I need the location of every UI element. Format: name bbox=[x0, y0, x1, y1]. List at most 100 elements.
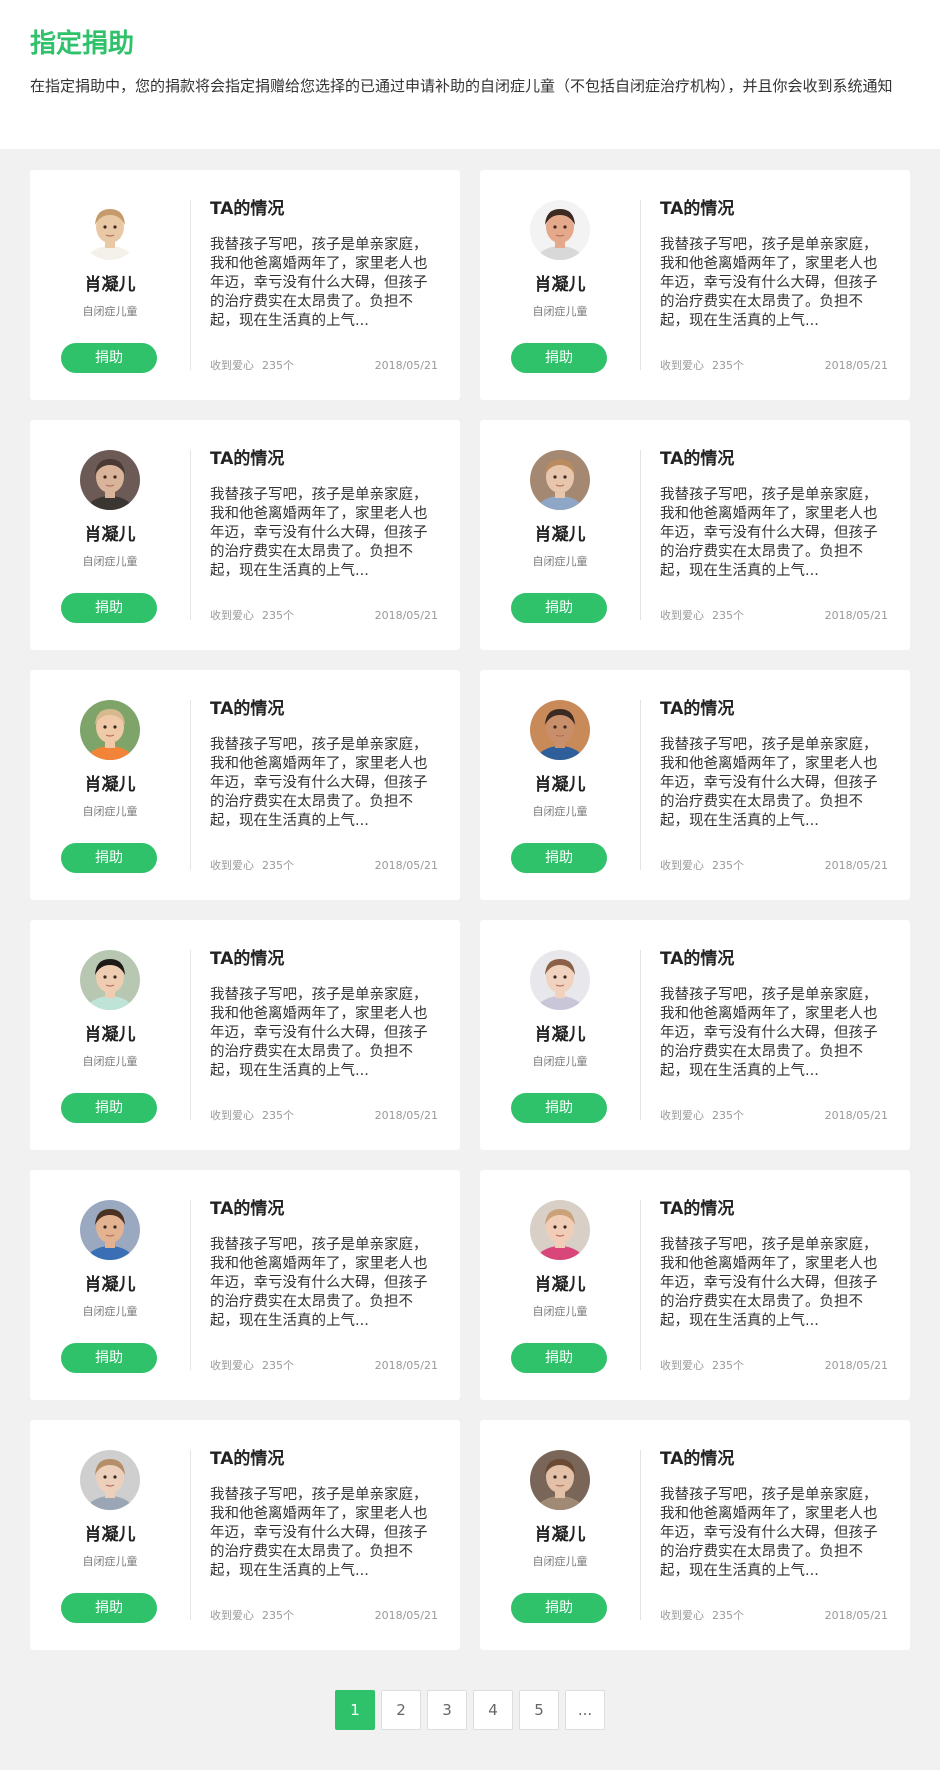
donate-button[interactable]: 捐助 bbox=[61, 1593, 157, 1623]
love-number: 235个 bbox=[712, 1109, 744, 1122]
child-name: 肖凝儿 bbox=[534, 275, 586, 295]
love-label: 收到爱心 bbox=[210, 1609, 254, 1622]
child-profile: 肖凝儿 自闭症儿童 捐助 bbox=[30, 1420, 190, 1650]
story-title: TA的情况 bbox=[210, 949, 285, 969]
post-date: 2018/05/21 bbox=[824, 859, 888, 872]
story-text: 我替孩子写吧，孩子是单亲家庭，我和他爸离婚两年了，家里老人也年迈，幸亏没有什么大… bbox=[210, 487, 428, 579]
story-title: TA的情况 bbox=[210, 1199, 285, 1219]
donate-button[interactable]: 捐助 bbox=[511, 1343, 607, 1373]
post-date: 2018/05/21 bbox=[374, 1609, 438, 1622]
love-count: 收到爱心 235个 bbox=[660, 608, 744, 624]
child-tag: 自闭症儿童 bbox=[532, 1555, 588, 1568]
love-count: 收到爱心 235个 bbox=[660, 1608, 744, 1624]
donate-button[interactable]: 捐助 bbox=[511, 843, 607, 873]
child-story: TA的情况 我替孩子写吧，孩子是单亲家庭，我和他爸离婚两年了，家里老人也年迈，幸亏… bbox=[210, 170, 438, 400]
child-avatar bbox=[80, 450, 140, 510]
love-label: 收到爱心 bbox=[210, 859, 254, 872]
love-label: 收到爱心 bbox=[660, 859, 704, 872]
love-label: 收到爱心 bbox=[210, 609, 254, 622]
child-avatar bbox=[530, 700, 590, 760]
child-name: 肖凝儿 bbox=[534, 1275, 586, 1295]
child-profile: 肖凝儿 自闭症儿童 捐助 bbox=[30, 420, 190, 650]
page-header: 指定捐助 在指定捐助中，您的捐款将会指定捐赠给您选择的已通过申请补助的自闭症儿童… bbox=[0, 0, 940, 149]
post-date: 2018/05/21 bbox=[824, 1109, 888, 1122]
page-description: 在指定捐助中，您的捐款将会指定捐赠给您选择的已通过申请补助的自闭症儿童（不包括自… bbox=[30, 77, 893, 95]
child-story: TA的情况我替孩子写吧，孩子是单亲家庭，我和他爸离婚两年了，家里老人也年迈，幸亏… bbox=[210, 1170, 438, 1400]
card-divider bbox=[640, 950, 641, 1120]
donate-button[interactable]: 捐助 bbox=[511, 343, 607, 373]
child-avatar bbox=[80, 700, 140, 760]
child-story: TA的情况 我替孩子写吧，孩子是单亲家庭，我和他爸离婚两年了，家里老人也年迈，幸亏… bbox=[660, 420, 888, 650]
story-text: 我替孩子写吧，孩子是单亲家庭，我和他爸离婚两年了，家里老人也年迈，幸亏没有什么大… bbox=[660, 1487, 878, 1579]
page-title: 指定捐助 bbox=[30, 29, 135, 59]
post-date: 2018/05/21 bbox=[824, 359, 888, 372]
love-count: 收到爱心 235个 bbox=[660, 358, 744, 374]
page-button[interactable]: 4 bbox=[473, 1690, 513, 1730]
story-text: 我替孩子写吧，孩子是单亲家庭，我和他爸离婚两年了，家里老人也年迈，幸亏没有什么大… bbox=[660, 1237, 878, 1329]
love-label: 收到爱心 bbox=[660, 609, 704, 622]
donate-button[interactable]: 捐助 bbox=[511, 1093, 607, 1123]
donate-button[interactable]: 捐助 bbox=[511, 593, 607, 623]
story-title: TA的情况 bbox=[660, 699, 735, 719]
donate-button[interactable]: 捐助 bbox=[61, 843, 157, 873]
story-text: 我替孩子写吧，孩子是单亲家庭，我和他爸离婚两年了，家里老人也年迈，幸亏没有什么大… bbox=[660, 237, 878, 329]
child-story: TA的情况 我替孩子写吧，孩子是单亲家庭，我和他爸离婚两年了，家里老人也年迈，幸亏… bbox=[210, 670, 438, 900]
child-tag: 自闭症儿童 bbox=[82, 305, 138, 318]
child-avatar bbox=[530, 1200, 590, 1260]
love-number: 235个 bbox=[262, 609, 294, 622]
love-number: 235个 bbox=[712, 609, 744, 622]
love-count: 收到爱心 235个 bbox=[660, 858, 744, 874]
child-card: 肖凝儿 自闭症儿童 捐助 TA的情况 我替孩子写吧，孩子是单亲家庭，我和他爸离婚两年了，… bbox=[30, 920, 460, 1150]
post-date: 2018/05/21 bbox=[824, 1609, 888, 1622]
love-number: 235个 bbox=[262, 1359, 294, 1372]
page-button[interactable]: 5 bbox=[519, 1690, 559, 1730]
page-button[interactable]: 2 bbox=[381, 1690, 421, 1730]
card-divider bbox=[190, 950, 191, 1120]
story-text: 我替孩子写吧，孩子是单亲家庭，我和他爸离婚两年了，家里老人也年迈，幸亏没有什么大… bbox=[210, 1237, 428, 1329]
love-count: 收到爱心 235个 bbox=[210, 358, 294, 374]
child-name: 肖凝儿 bbox=[534, 1525, 586, 1545]
page-button[interactable]: 3 bbox=[427, 1690, 467, 1730]
story-text: 我替孩子写吧，孩子是单亲家庭，我和他爸离婚两年了，家里老人也年迈，幸亏没有什么大… bbox=[660, 987, 878, 1079]
child-card: 肖凝儿 自闭症儿童 捐助 TA的情况 我替孩子写吧，孩子是单亲家庭，我和他爸离婚两年了，… bbox=[30, 670, 460, 900]
card-divider bbox=[190, 200, 191, 370]
post-date: 2018/05/21 bbox=[374, 1359, 438, 1372]
child-card: 肖凝儿 自闭症儿童 捐助 TA的情况 我替孩子写吧，孩子是单亲家庭，我和他爸离婚两年了，… bbox=[480, 920, 910, 1150]
child-tag: 自闭症儿童 bbox=[82, 555, 138, 568]
child-name: 肖凝儿 bbox=[84, 275, 136, 295]
post-date: 2018/05/21 bbox=[374, 359, 438, 372]
child-profile: 肖凝儿 自闭症儿童 捐助 bbox=[480, 420, 640, 650]
child-profile: 肖凝儿 自闭症儿童 捐助 bbox=[480, 1170, 640, 1400]
donate-button[interactable]: 捐助 bbox=[61, 593, 157, 623]
child-profile: 肖凝儿 自闭症儿童 捐助 bbox=[30, 670, 190, 900]
donate-button[interactable]: 捐助 bbox=[61, 1093, 157, 1123]
love-number: 235个 bbox=[712, 359, 744, 372]
donate-button[interactable]: 捐助 bbox=[511, 1593, 607, 1623]
page-more-button[interactable]: ... bbox=[565, 1690, 605, 1730]
love-count: 收到爱心 235个 bbox=[210, 1358, 294, 1374]
page-button[interactable]: 1 bbox=[335, 1690, 375, 1730]
love-number: 235个 bbox=[712, 1609, 744, 1622]
post-date: 2018/05/21 bbox=[374, 609, 438, 622]
child-tag: 自闭症儿童 bbox=[82, 1305, 138, 1318]
card-divider bbox=[190, 450, 191, 620]
story-title: TA的情况 bbox=[210, 199, 285, 219]
love-label: 收到爱心 bbox=[210, 359, 254, 372]
child-tag: 自闭症儿童 bbox=[82, 805, 138, 818]
child-avatar bbox=[530, 200, 590, 260]
donate-button[interactable]: 捐助 bbox=[61, 343, 157, 373]
love-count: 收到爱心 235个 bbox=[210, 1608, 294, 1624]
card-divider bbox=[640, 450, 641, 620]
child-card: 肖凝儿 自闭症儿童 捐助 TA的情况 我替孩子写吧，孩子是单亲家庭，我和他爸离婚两年了，… bbox=[480, 670, 910, 900]
child-tag: 自闭症儿童 bbox=[532, 805, 588, 818]
child-avatar bbox=[530, 450, 590, 510]
love-label: 收到爱心 bbox=[210, 1359, 254, 1372]
story-text: 我替孩子写吧，孩子是单亲家庭，我和他爸离婚两年了，家里老人也年迈，幸亏没有什么大… bbox=[210, 737, 428, 829]
donate-button[interactable]: 捐助 bbox=[61, 1343, 157, 1373]
child-profile: 肖凝儿 自闭症儿童 捐助 bbox=[480, 920, 640, 1150]
child-story: TA的情况 我替孩子写吧，孩子是单亲家庭，我和他爸离婚两年了，家里老人也年迈，幸亏… bbox=[210, 420, 438, 650]
child-profile: 肖凝儿自闭症儿童捐助 bbox=[30, 170, 190, 400]
story-text: 我替孩子写吧，孩子是单亲家庭，我和他爸离婚两年了，家里老人也年迈，幸亏没有什么大… bbox=[660, 737, 878, 829]
child-tag: 自闭症儿童 bbox=[532, 1055, 588, 1068]
love-label: 收到爱心 bbox=[660, 1609, 704, 1622]
